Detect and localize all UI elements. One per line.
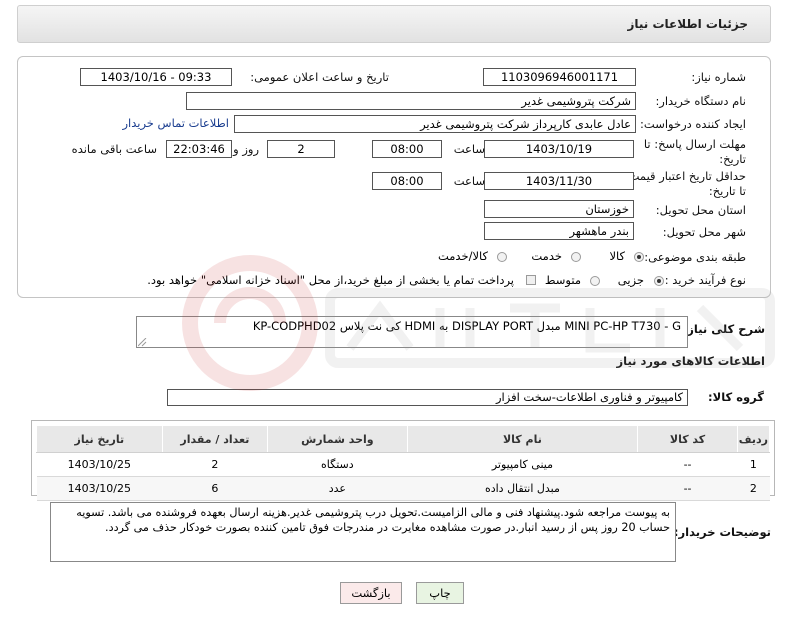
cell-item-code: --	[637, 452, 738, 477]
need-description-label: شرح کلی نیاز:	[682, 322, 765, 336]
col-header-row-number: ردیف	[736, 425, 771, 453]
days-label: روز و	[233, 142, 259, 156]
city-label: شهر محل تحویل:	[662, 225, 746, 239]
col-header-need-date: تاریخ نیاز	[36, 425, 163, 453]
table-header-row: ردیف کد کالا نام کالا واحد شمارش تعداد /…	[36, 425, 771, 453]
need-number-label: شماره نیاز:	[691, 70, 746, 84]
cell-quantity: 2	[162, 452, 268, 477]
need-number-field[interactable]: 1103096946001171	[483, 68, 636, 86]
col-header-item-code: کد کالا	[637, 425, 738, 453]
announce-datetime-label: تاریخ و ساعت اعلان عمومی:	[250, 70, 389, 84]
purchase-radio-minor[interactable]	[654, 276, 664, 286]
category-radio-service[interactable]	[571, 252, 581, 262]
buyer-contact-link[interactable]: اطلاعات تماس خریدار	[122, 116, 229, 130]
col-header-unit: واحد شمارش	[267, 425, 408, 453]
page-title: جزئیات اطلاعات نیاز	[627, 17, 748, 31]
city-field[interactable]: بندر ماهشهر	[484, 222, 634, 240]
cell-quantity: 6	[162, 476, 268, 501]
table-row[interactable]: 2 -- مبدل انتقال داده عدد 6 1403/10/25	[36, 476, 770, 501]
category-option-service: خدمت	[531, 249, 562, 263]
buyer-org-label: نام دستگاه خریدار:	[655, 94, 746, 108]
category-radio-goods-service[interactable]	[497, 252, 507, 262]
cell-row-number: 2	[737, 476, 770, 501]
cell-need-date: 1403/10/25	[36, 452, 163, 477]
col-header-item-name: نام کالا	[406, 425, 639, 453]
cell-need-date: 1403/10/25	[36, 476, 163, 501]
cell-item-name: مینی کامپیوتر	[407, 452, 638, 477]
remaining-time-field[interactable]: 22:03:46	[166, 140, 232, 158]
buyer-org-field[interactable]: شرکت پتروشیمی غدیر	[186, 92, 636, 110]
reply-deadline-label: مهلت ارسال پاسخ: تا تاریخ:	[643, 137, 746, 166]
category-label: طبقه بندی موضوعی:	[644, 250, 746, 264]
remaining-time-label: ساعت باقی مانده	[71, 142, 157, 156]
price-validity-label: حداقل تاریخ اعتبار قیمت: تا تاریخ:	[624, 169, 746, 198]
col-header-quantity: تعداد / مقدار	[161, 425, 269, 453]
goods-table: ردیف کد کالا نام کالا واحد شمارش تعداد /…	[36, 425, 771, 501]
price-validity-time-label: ساعت	[453, 174, 485, 188]
category-radio-goods[interactable]	[634, 252, 644, 262]
cell-item-code: --	[637, 476, 738, 501]
table-row[interactable]: 1 -- مینی کامپیوتر دستگاه 2 1403/10/25	[36, 452, 770, 477]
purchase-type-label: نوع فرآیند خرید :	[664, 273, 746, 287]
cell-unit: عدد	[267, 476, 408, 501]
buyer-notes-field[interactable]: به پیوست مراجعه شود.پیشنهاد فنی و مالی ا…	[50, 502, 676, 562]
requester-label: ایجاد کننده درخواست:	[640, 117, 746, 131]
goods-table-container: ردیف کد کالا نام کالا واحد شمارش تعداد /…	[31, 420, 775, 501]
buyer-notes-text: به پیوست مراجعه شود.پیشنهاد فنی و مالی ا…	[76, 506, 670, 534]
cell-unit: دستگاه	[267, 452, 408, 477]
print-button[interactable]: چاپ	[416, 582, 464, 604]
price-validity-date-field[interactable]: 1403/11/30	[484, 172, 634, 190]
treasury-payment-note: پرداخت تمام یا بخشی از مبلغ خرید،از محل …	[147, 273, 514, 287]
province-field[interactable]: خوزستان	[484, 200, 634, 218]
goods-section-title: اطلاعات کالاهای مورد نیاز	[616, 354, 765, 368]
resize-grip-icon[interactable]	[138, 338, 147, 347]
reply-time-label: ساعت	[453, 142, 485, 156]
purchase-radio-medium[interactable]	[590, 276, 600, 286]
page-header: جزئیات اطلاعات نیاز	[17, 5, 771, 43]
need-description-text: MINI PC-HP T730 - G مبدل DISPLAY PORT به…	[252, 319, 681, 333]
category-option-goods: کالا	[609, 249, 625, 263]
purchase-option-minor: جزیی	[617, 273, 644, 287]
cell-row-number: 1	[737, 452, 770, 477]
category-option-goods-service: کالا/خدمت	[437, 249, 488, 263]
remaining-days-field[interactable]: 2	[267, 140, 335, 158]
purchase-option-medium: متوسط	[544, 273, 581, 287]
goods-group-field[interactable]: کامپیوتر و فناوری اطلاعات-سخت افزار	[167, 389, 688, 406]
need-description-field[interactable]: MINI PC-HP T730 - G مبدل DISPLAY PORT به…	[136, 316, 688, 348]
buyer-notes-label: توضیحات خریدار:	[673, 525, 771, 539]
requester-field[interactable]: عادل عابدی کارپرداز شرکت پتروشیمی غدیر	[234, 115, 636, 133]
price-validity-time-field[interactable]: 08:00	[372, 172, 442, 190]
cell-item-name: مبدل انتقال داده	[407, 476, 638, 501]
announce-datetime-field[interactable]: 1403/10/16 - 09:33	[80, 68, 232, 86]
province-label: استان محل تحویل:	[655, 203, 746, 217]
reply-deadline-date-field[interactable]: 1403/10/19	[484, 140, 634, 158]
goods-group-label: گروه کالا:	[708, 390, 764, 404]
treasury-payment-checkbox[interactable]	[526, 275, 536, 285]
reply-deadline-time-field[interactable]: 08:00	[372, 140, 442, 158]
back-button[interactable]: بازگشت	[340, 582, 402, 604]
